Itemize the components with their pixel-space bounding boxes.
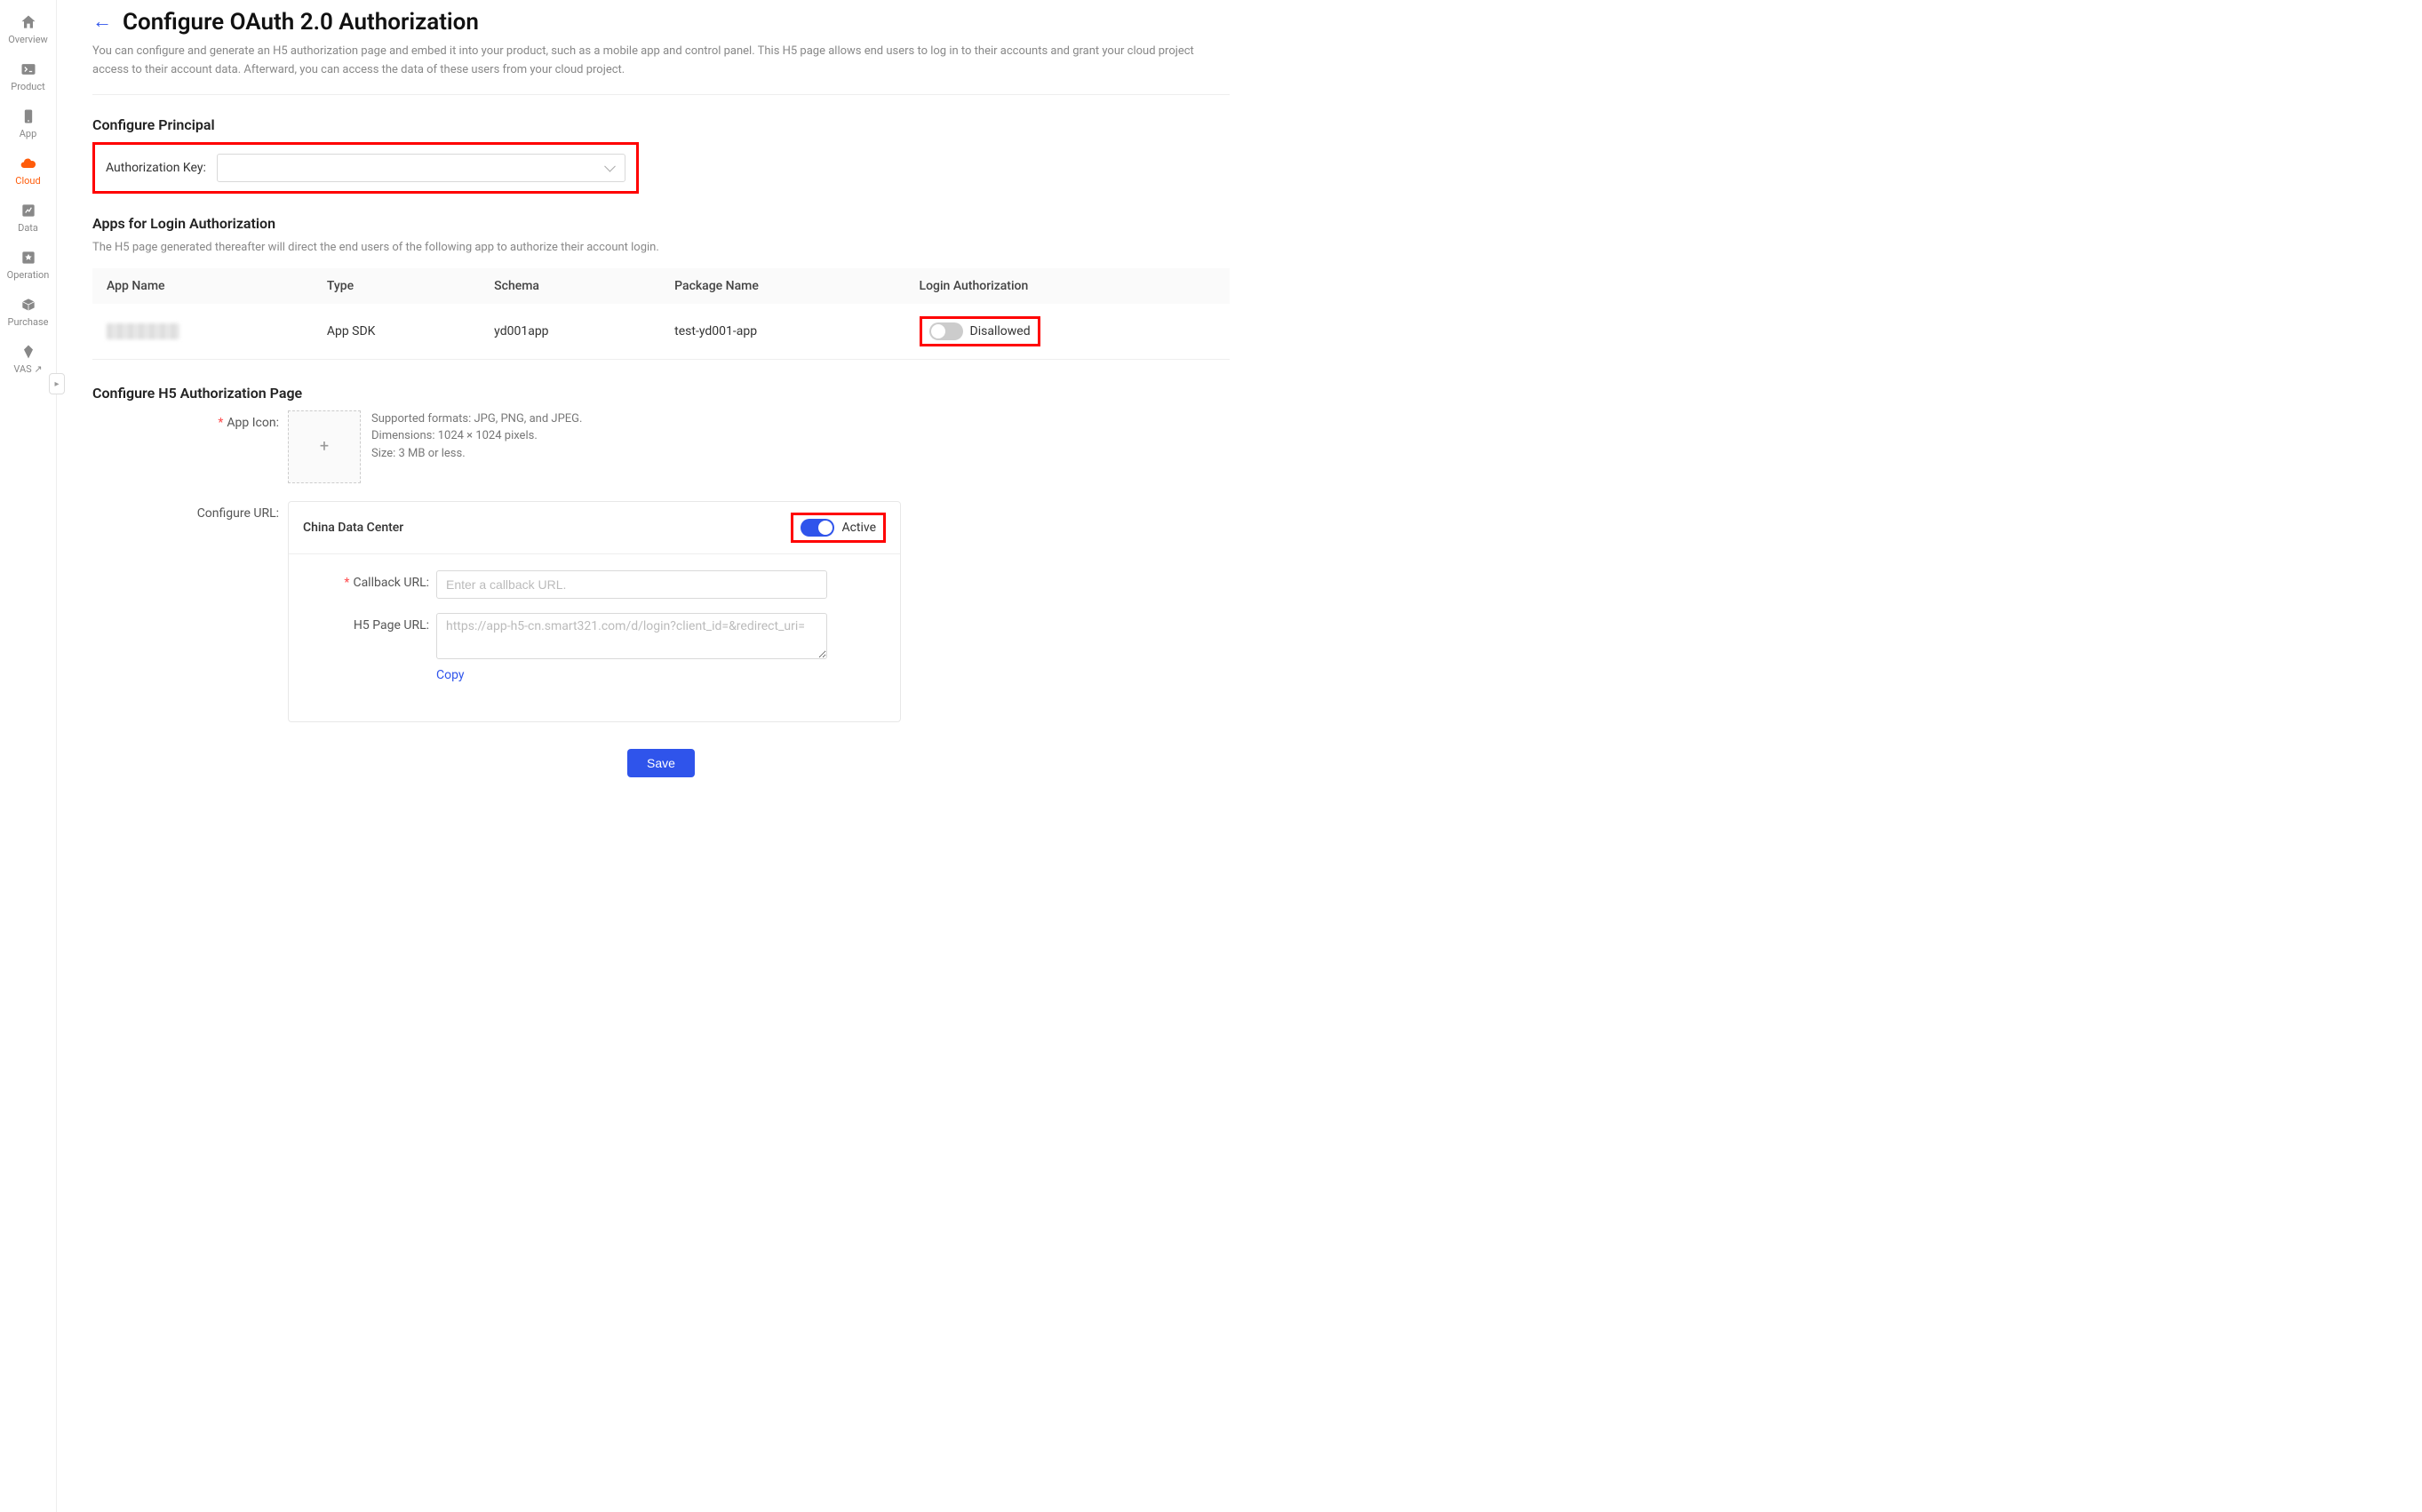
apps-subtext: The H5 page generated thereafter will di…	[92, 241, 2422, 254]
app-icon-hints: Supported formats: JPG, PNG, and JPEG. D…	[371, 410, 582, 463]
save-button[interactable]: Save	[627, 749, 695, 777]
sidebar-item-operation[interactable]: Operation	[0, 243, 56, 290]
copy-link[interactable]: Copy	[436, 668, 465, 682]
cell-schema: yd001app	[480, 304, 660, 360]
h5-url-label: H5 Page URL:	[303, 613, 436, 633]
col-app-name: App Name	[92, 268, 313, 304]
box-icon	[19, 295, 38, 314]
callback-url-label: *Callback URL:	[303, 570, 436, 590]
url-card: China Data Center Active *Callback URL: …	[288, 501, 901, 722]
sidebar-item-purchase[interactable]: Purchase	[0, 290, 56, 337]
url-card-title: China Data Center	[303, 521, 403, 535]
apps-table: App Name Type Schema Package Name Login …	[92, 268, 1230, 360]
sidebar-item-label: VAS ↗	[13, 363, 42, 375]
sidebar-item-cloud[interactable]: Cloud	[0, 148, 56, 195]
terminal-icon	[19, 60, 38, 79]
active-label: Active	[841, 521, 876, 535]
page-title: Configure OAuth 2.0 Authorization	[123, 9, 479, 36]
section-title-apps: Apps for Login Authorization	[92, 215, 2422, 232]
cell-login-auth: Disallowed	[905, 304, 1230, 360]
cloud-icon	[19, 154, 38, 173]
sidebar-item-label: Operation	[7, 269, 50, 281]
divider	[92, 94, 1230, 95]
section-title-h5: Configure H5 Authorization Page	[92, 385, 2422, 402]
active-toggle[interactable]	[801, 519, 834, 537]
sidebar-item-vas[interactable]: VAS ↗	[0, 337, 56, 384]
star-icon	[19, 248, 38, 267]
app-icon-upload[interactable]: +	[288, 410, 361, 483]
redacted-app-name	[107, 323, 179, 339]
auth-key-label: Authorization Key:	[106, 161, 206, 175]
sidebar-item-label: Product	[11, 81, 44, 92]
login-auth-toggle[interactable]	[929, 322, 963, 340]
sidebar-item-overview[interactable]: Overview	[0, 7, 56, 54]
section-title-principal: Configure Principal	[92, 116, 2422, 133]
chevron-right-icon: ▸	[54, 379, 59, 389]
col-schema: Schema	[480, 268, 660, 304]
sidebar-item-label: Cloud	[15, 175, 40, 187]
sidebar-item-app[interactable]: App	[0, 101, 56, 148]
sidebar-item-data[interactable]: Data	[0, 195, 56, 243]
diamond-icon	[19, 342, 38, 362]
main-content: ← Configure OAuth 2.0 Authorization You …	[57, 0, 2422, 1512]
sidebar: Overview Product App Cloud Data	[0, 0, 57, 1512]
col-package-name: Package Name	[660, 268, 904, 304]
active-highlight: Active	[791, 513, 886, 543]
login-auth-label: Disallowed	[970, 324, 1031, 338]
auth-key-highlight: Authorization Key:	[92, 142, 639, 194]
hint-line: Size: 3 MB or less.	[371, 445, 582, 463]
sidebar-expand-toggle[interactable]: ▸	[49, 373, 65, 394]
cell-type: App SDK	[313, 304, 480, 360]
app-icon-label: *App Icon:	[92, 410, 288, 430]
sidebar-item-product[interactable]: Product	[0, 54, 56, 101]
page-description: You can configure and generate an H5 aut…	[92, 43, 1212, 80]
sidebar-item-label: App	[20, 128, 37, 139]
auth-key-select[interactable]	[217, 154, 625, 182]
sidebar-item-label: Purchase	[8, 316, 49, 328]
login-auth-highlight: Disallowed	[920, 316, 1040, 346]
chart-icon	[19, 201, 38, 220]
callback-url-input[interactable]	[436, 570, 827, 599]
cell-package-name: test-yd001-app	[660, 304, 904, 360]
col-login-auth: Login Authorization	[905, 268, 1230, 304]
back-arrow-icon[interactable]: ←	[92, 12, 112, 32]
table-row: App SDK yd001app test-yd001-app Disallow…	[92, 304, 1230, 360]
cell-app-name	[92, 304, 313, 360]
hint-line: Dimensions: 1024 × 1024 pixels.	[371, 427, 582, 445]
home-icon	[19, 12, 38, 32]
phone-icon	[19, 107, 38, 126]
col-type: Type	[313, 268, 480, 304]
sidebar-item-label: Data	[18, 222, 38, 234]
plus-icon: +	[320, 437, 329, 456]
hint-line: Supported formats: JPG, PNG, and JPEG.	[371, 410, 582, 428]
sidebar-item-label: Overview	[8, 34, 48, 45]
h5-url-textarea[interactable]	[436, 613, 827, 659]
configure-url-label: Configure URL:	[92, 501, 288, 521]
